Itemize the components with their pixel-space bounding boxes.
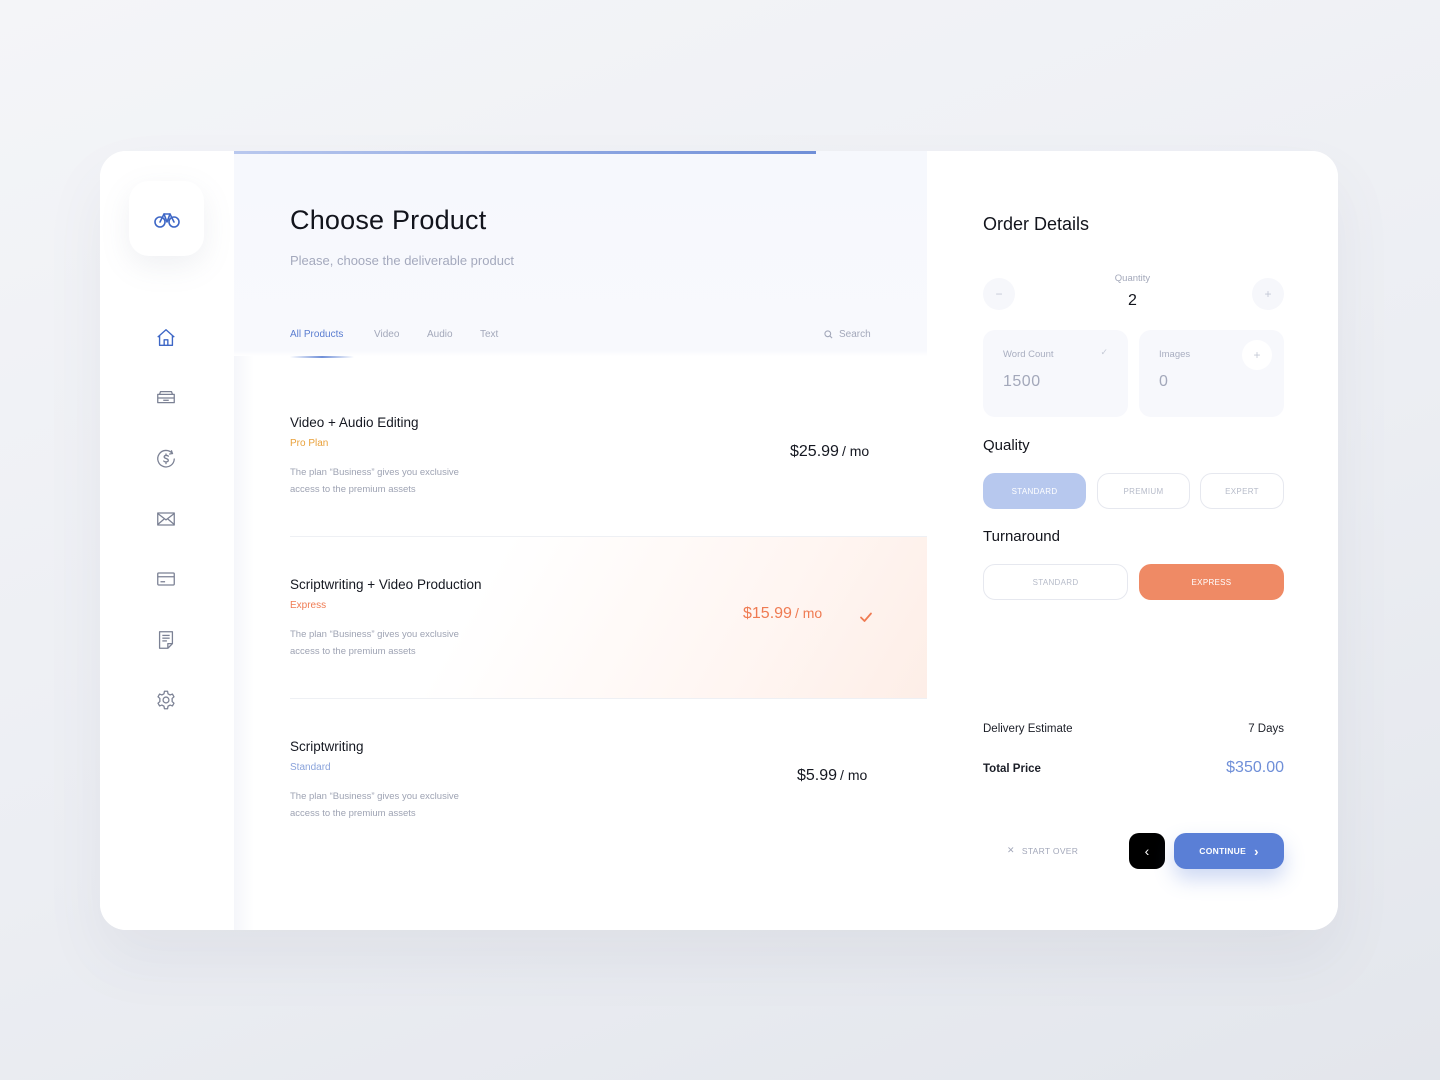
continue-button[interactable]: CONTINUE › <box>1174 833 1284 869</box>
sidebar-item-settings[interactable] <box>154 688 178 712</box>
dollar-icon <box>157 449 175 468</box>
product-description-line: The plan “Business” gives you exclusive <box>290 791 459 802</box>
order-details-panel: Order Details Quantity 2 − + Word Count … <box>927 151 1338 930</box>
document-icon <box>158 631 174 649</box>
sidebar-item-archive[interactable] <box>154 386 178 410</box>
product-card-scriptwriting[interactable]: Scriptwriting Standard The plan “Busines… <box>290 699 927 861</box>
total-price-label: Total Price <box>983 763 1041 775</box>
sidebar-item-documents[interactable] <box>154 628 178 652</box>
turnaround-title: Turnaround <box>983 528 1060 545</box>
edit-icon[interactable]: ✓ <box>1100 347 1108 358</box>
product-description-line: access to the premium assets <box>290 484 416 495</box>
turnaround-standard-button[interactable]: STANDARD <box>983 564 1128 600</box>
tab-text[interactable]: Text <box>480 329 498 340</box>
tab-audio[interactable]: Audio <box>427 329 453 340</box>
product-card-scriptwriting-video-production[interactable]: Scriptwriting + Video Production Express… <box>290 537 927 699</box>
product-description: The plan “Business” gives you exclusive … <box>290 788 490 822</box>
add-image-button[interactable]: + <box>1242 340 1272 370</box>
sidebar-item-home[interactable] <box>154 326 178 350</box>
product-description-line: The plan “Business” gives you exclusive <box>290 629 459 640</box>
images-value: 0 <box>1159 373 1169 390</box>
product-plan-badge: Pro Plan <box>290 438 329 449</box>
sidebar-item-messages[interactable] <box>154 507 178 531</box>
product-name: Scriptwriting <box>290 739 364 754</box>
price-period: / mo <box>794 605 823 621</box>
price-dollars: $25 <box>790 443 817 460</box>
check-icon <box>860 612 872 622</box>
delivery-estimate-label: Delivery Estimate <box>983 723 1073 735</box>
product-price: $25.99/ mo <box>790 443 869 461</box>
price-dollars: $5 <box>797 767 815 784</box>
product-card-video-audio-editing[interactable]: Video + Audio Editing Pro Plan The plan … <box>290 375 927 537</box>
product-name: Video + Audio Editing <box>290 415 419 430</box>
word-count-value: 1500 <box>1003 373 1041 390</box>
product-plan-badge: Express <box>290 600 327 611</box>
sidebar <box>100 151 234 930</box>
continue-label: CONTINUE <box>1199 846 1247 856</box>
images-field[interactable]: Images + 0 <box>1139 330 1284 417</box>
quality-expert-button[interactable]: EXPERT <box>1200 473 1284 509</box>
panel-shade <box>234 356 254 930</box>
bike-icon <box>153 212 180 228</box>
page-title: Choose Product <box>290 205 487 235</box>
total-price-value: $350.00 <box>1226 759 1284 777</box>
word-count-label: Word Count <box>1003 349 1054 360</box>
product-description: The plan “Business” gives you exclusive … <box>290 464 490 498</box>
quantity-decrease-button[interactable]: − <box>983 278 1015 310</box>
mail-icon <box>157 512 175 526</box>
order-details-title: Order Details <box>983 214 1090 234</box>
search-icon <box>824 330 833 339</box>
total-price-cents: .00 <box>1261 759 1284 776</box>
sidebar-item-payments[interactable] <box>154 447 178 471</box>
product-name: Scriptwriting + Video Production <box>290 577 482 592</box>
product-description-line: access to the premium assets <box>290 646 416 657</box>
start-over-button[interactable]: ✕ START OVER <box>1007 845 1078 856</box>
search-label: Search <box>839 329 871 340</box>
product-description-line: access to the premium assets <box>290 808 416 819</box>
price-cents: .99 <box>816 443 839 460</box>
page-subtitle: Please, choose the deliverable product <box>290 253 515 268</box>
progress-bar <box>234 151 927 154</box>
price-period: / mo <box>841 443 870 459</box>
start-over-label: START OVER <box>1021 845 1079 856</box>
price-cents: .99 <box>769 605 792 622</box>
product-description: The plan “Business” gives you exclusive … <box>290 626 490 660</box>
logo[interactable] <box>129 181 204 256</box>
tab-video[interactable]: Video <box>374 329 399 340</box>
product-plan-badge: Standard <box>290 762 331 773</box>
archive-icon <box>157 390 175 404</box>
delivery-estimate-row: Delivery Estimate 7 Days <box>983 723 1284 735</box>
gear-icon <box>157 690 175 710</box>
images-label: Images <box>1159 349 1191 360</box>
product-description-line: The plan “Business” gives you exclusive <box>290 467 459 478</box>
total-price-dollars: $350 <box>1226 759 1262 776</box>
total-price-row: Total Price $350.00 <box>983 759 1284 777</box>
close-icon: ✕ <box>1007 845 1015 855</box>
chevron-right-icon: › <box>1254 843 1259 859</box>
turnaround-express-button[interactable]: EXPRESS <box>1139 564 1284 600</box>
main-panel: Choose Product Please, choose the delive… <box>234 151 927 930</box>
credit-card-icon <box>157 572 175 586</box>
quality-premium-button[interactable]: PREMIUM <box>1097 473 1190 509</box>
word-count-field[interactable]: Word Count ✓ 1500 <box>983 330 1128 417</box>
chevron-left-icon: ‹ <box>1144 843 1150 859</box>
sidebar-item-billing[interactable] <box>154 567 178 591</box>
active-tab-indicator <box>290 356 354 358</box>
delivery-estimate-value: 7 Days <box>1248 723 1284 735</box>
product-price: $15.99/ mo <box>743 605 822 623</box>
progress-fill <box>234 151 817 154</box>
app-card: Choose Product Please, choose the delive… <box>100 151 1338 930</box>
product-price: $5.99/ mo <box>797 767 867 785</box>
home-icon <box>157 329 175 347</box>
tab-all-products[interactable]: All Products <box>290 329 343 340</box>
price-period: / mo <box>840 767 868 783</box>
price-dollars: $15 <box>743 605 770 622</box>
quality-standard-button[interactable]: STANDARD <box>983 473 1086 509</box>
search-button[interactable]: Search <box>824 329 871 340</box>
quantity-increase-button[interactable]: + <box>1252 278 1284 310</box>
quality-title: Quality <box>983 437 1030 454</box>
back-button[interactable]: ‹ <box>1129 833 1165 869</box>
price-cents: .99 <box>814 767 838 784</box>
